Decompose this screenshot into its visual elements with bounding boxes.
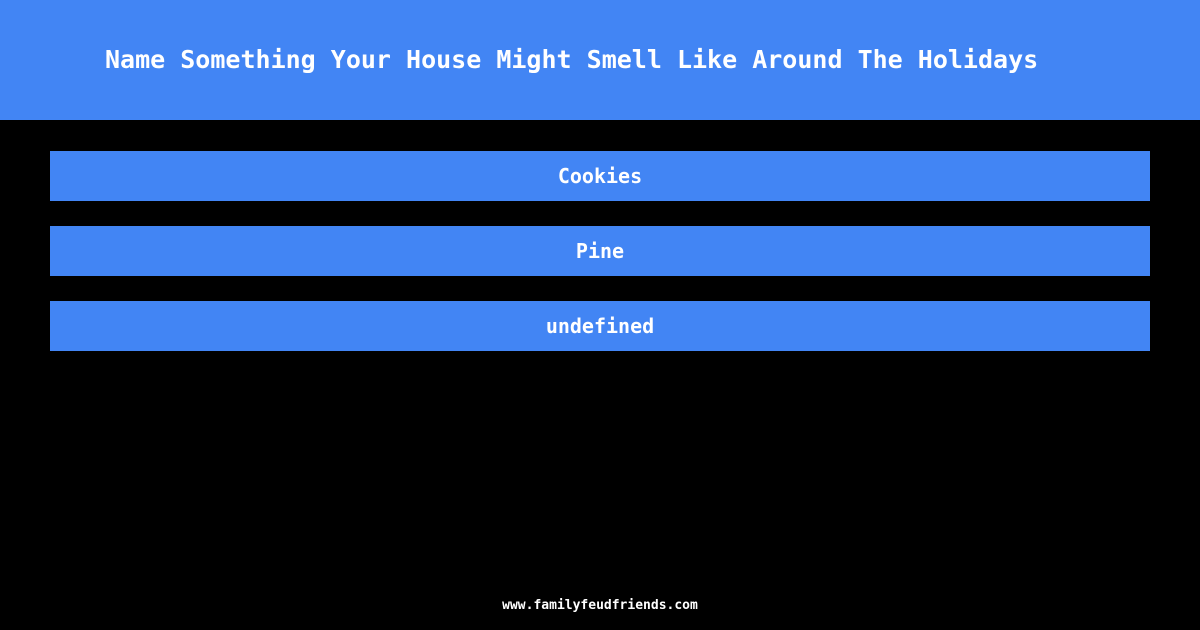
answer-bar-1[interactable]: Cookies <box>50 151 1150 201</box>
answer-label: Pine <box>575 239 625 263</box>
site-url[interactable]: www.familyfeudfriends.com <box>502 598 698 613</box>
answer-card: Name Something Your House Might Smell Li… <box>0 0 1200 630</box>
answer-bar-3[interactable]: undefined <box>50 301 1150 351</box>
answer-label: Cookies <box>557 164 643 188</box>
answer-label: undefined <box>545 314 655 338</box>
question-header: Name Something Your House Might Smell Li… <box>0 0 1200 120</box>
footer: www.familyfeudfriends.com <box>0 594 1200 614</box>
page-title: Name Something Your House Might Smell Li… <box>105 45 1039 74</box>
answer-bar-2[interactable]: Pine <box>50 226 1150 276</box>
answer-list: Cookies Pine undefined <box>50 151 1150 351</box>
